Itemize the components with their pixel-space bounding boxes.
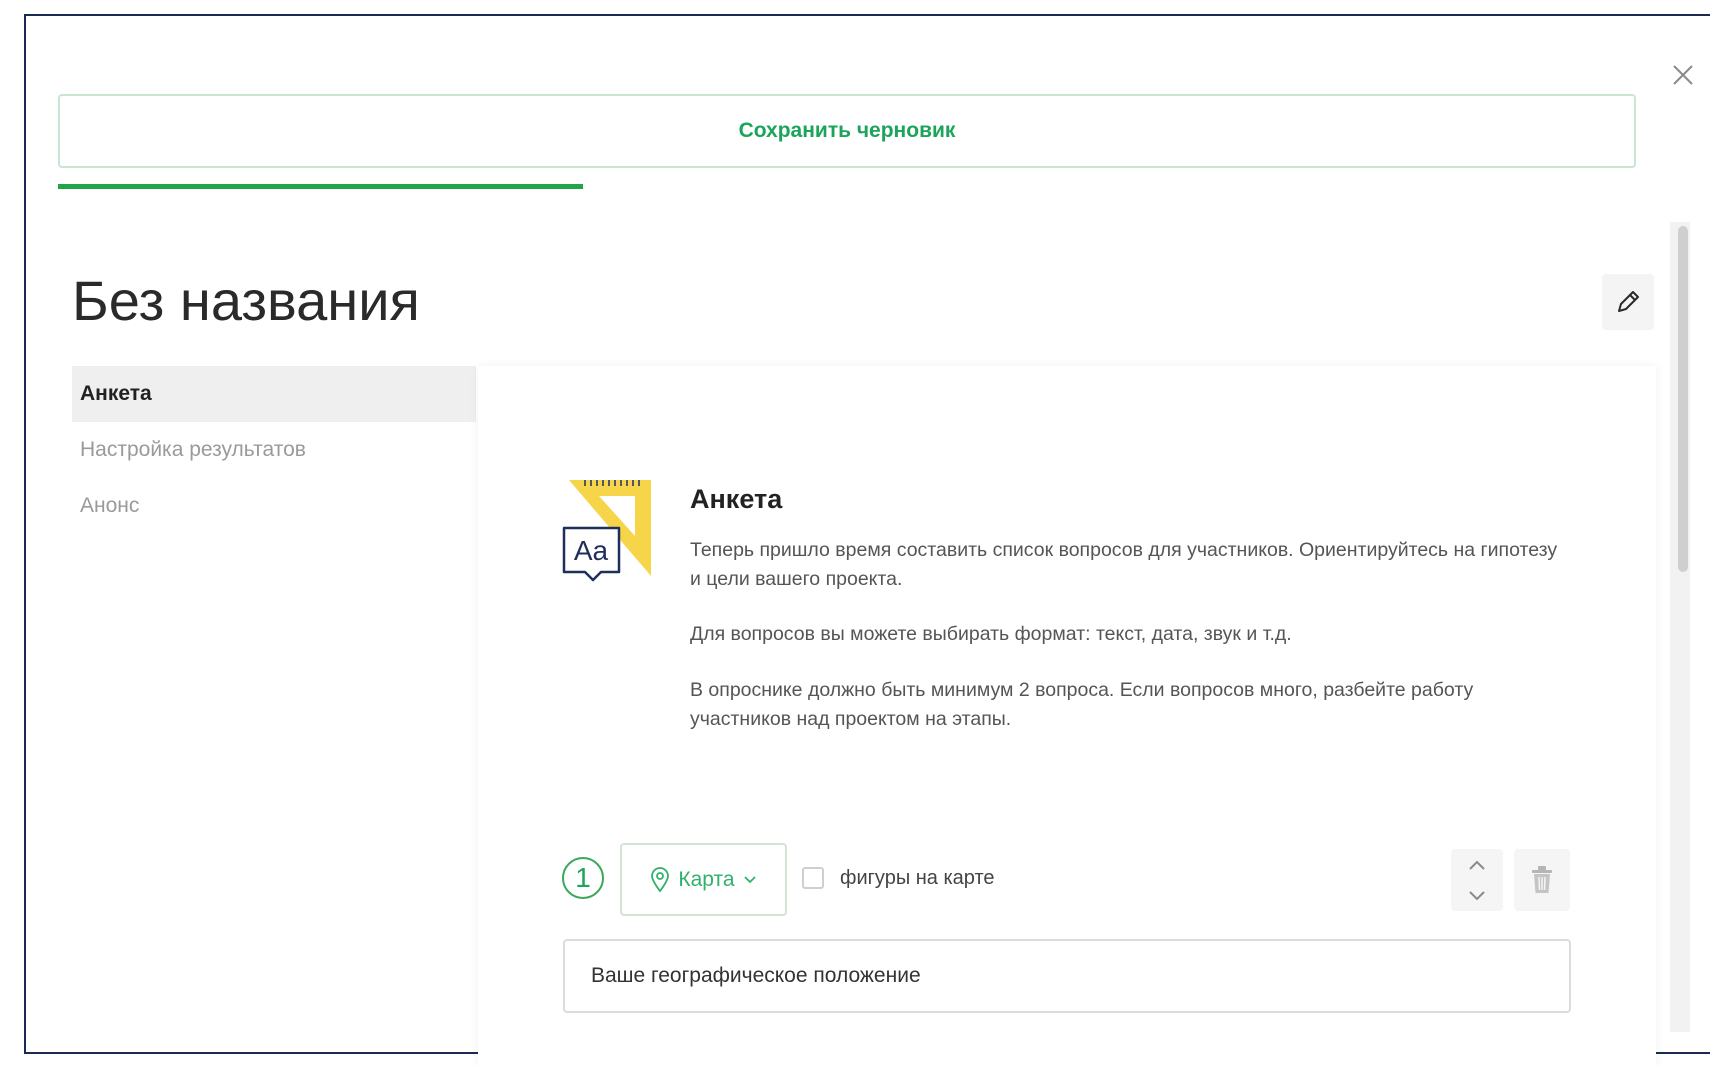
map-pin-icon xyxy=(651,866,670,892)
question-text-input[interactable] xyxy=(563,939,1571,1013)
intro-paragraph: Для вопросов вы можете выбирать формат: … xyxy=(690,623,1292,645)
sidebar-item-label: Анонс xyxy=(80,494,140,517)
sidebar-item-questionnaire[interactable]: Анкета xyxy=(72,366,476,422)
move-down-button[interactable] xyxy=(1451,880,1503,911)
page-title: Без названия xyxy=(72,269,420,332)
intro-icon-label: Аa xyxy=(574,535,609,566)
edit-title-button[interactable] xyxy=(1602,274,1654,330)
intro-paragraph: В опроснике должно быть минимум 2 вопрос… xyxy=(690,679,1474,730)
sidebar-item-label: Анкета xyxy=(80,382,152,405)
sidebar: Анкета Настройка результатов Анонс xyxy=(72,366,476,534)
sidebar-item-label: Настройка результатов xyxy=(80,438,306,461)
scrollbar-thumb[interactable] xyxy=(1678,226,1688,572)
close-icon xyxy=(1673,65,1693,85)
chevron-down-icon xyxy=(743,875,756,883)
move-up-button[interactable] xyxy=(1451,849,1503,880)
chevron-up-icon xyxy=(1469,860,1485,870)
map-shapes-checkbox-label: фигуры на карте xyxy=(840,867,995,889)
intro-paragraph: Теперь пришло время составить список воп… xyxy=(690,539,1558,590)
move-question-controls xyxy=(1451,849,1503,911)
delete-question-button[interactable] xyxy=(1514,849,1570,911)
ruler-text-icon: Аa xyxy=(561,478,653,588)
intro-title: Анкета xyxy=(690,484,783,514)
sidebar-item-results-settings[interactable]: Настройка результатов xyxy=(72,422,476,478)
progress-bar xyxy=(58,184,1636,189)
map-shapes-checkbox[interactable] xyxy=(802,867,824,889)
close-button[interactable] xyxy=(1668,60,1698,90)
question-type-label: Карта xyxy=(678,867,735,891)
question-number: 1 xyxy=(562,857,604,899)
question-type-select[interactable]: Карта xyxy=(620,843,787,916)
progress-bar-fill xyxy=(58,184,584,189)
chevron-down-icon xyxy=(1469,890,1485,900)
save-draft-button[interactable]: Сохранить черновик xyxy=(58,94,1636,168)
trash-icon xyxy=(1532,866,1552,893)
sidebar-item-announcement[interactable]: Анонс xyxy=(72,478,476,534)
pencil-icon xyxy=(1618,291,1639,312)
